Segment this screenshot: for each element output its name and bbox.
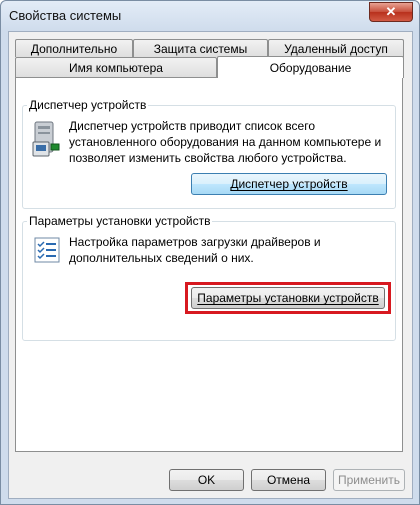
button-label: Отмена — [266, 473, 311, 487]
tab-hardware[interactable]: Оборудование — [217, 56, 404, 78]
close-button[interactable]: ✕ — [369, 2, 413, 22]
device-manager-icon — [32, 121, 60, 157]
system-properties-window: Свойства системы ✕ Дополнительно Защита … — [0, 0, 420, 505]
cancel-button[interactable]: Отмена — [251, 469, 326, 491]
tab-label: Удаленный доступ — [284, 41, 388, 56]
button-label: Параметры установки устройств — [197, 291, 379, 305]
device-manager-group: Диспетчер устройств Диспетчер устройств … — [22, 98, 396, 209]
device-manager-button[interactable]: Диспетчер устройств — [191, 173, 387, 195]
hardware-tab-panel: Диспетчер устройств Диспетчер устройств … — [15, 77, 403, 452]
tab-label: Дополнительно — [30, 41, 118, 56]
tab-label: Имя компьютера — [69, 60, 163, 75]
tab-advanced[interactable]: Дополнительно — [15, 39, 133, 57]
close-icon: ✕ — [385, 4, 397, 19]
group-title: Параметры установки устройств — [27, 214, 213, 228]
group-title: Диспетчер устройств — [27, 98, 149, 112]
dialog-client-area: Дополнительно Защита системы Удаленный д… — [8, 31, 413, 499]
tab-system-protection[interactable]: Защита системы — [133, 39, 268, 57]
title-bar[interactable]: Свойства системы ✕ — [1, 1, 419, 31]
tab-label: Защита системы — [153, 41, 248, 56]
device-installation-settings-button[interactable]: Параметры установки устройств — [191, 287, 385, 309]
tab-label: Оборудование — [269, 60, 352, 75]
checklist-icon — [34, 237, 60, 263]
button-label: Применить — [337, 473, 400, 487]
button-label: OK — [197, 473, 216, 487]
tab-remote-access[interactable]: Удаленный доступ — [268, 39, 404, 57]
apply-button[interactable]: Применить — [333, 469, 405, 491]
device-manager-description: Диспетчер устройств приводит список всег… — [69, 119, 382, 165]
device-installation-group: Параметры установки устройств Настройка … — [22, 214, 396, 341]
device-installation-description: Настройка параметров загрузки драйверов … — [69, 235, 321, 265]
button-label: Диспетчер устройств — [230, 177, 348, 191]
tab-computer-name[interactable]: Имя компьютера — [15, 57, 217, 77]
ok-button[interactable]: OK — [169, 469, 244, 491]
window-title: Свойства системы — [9, 8, 122, 23]
